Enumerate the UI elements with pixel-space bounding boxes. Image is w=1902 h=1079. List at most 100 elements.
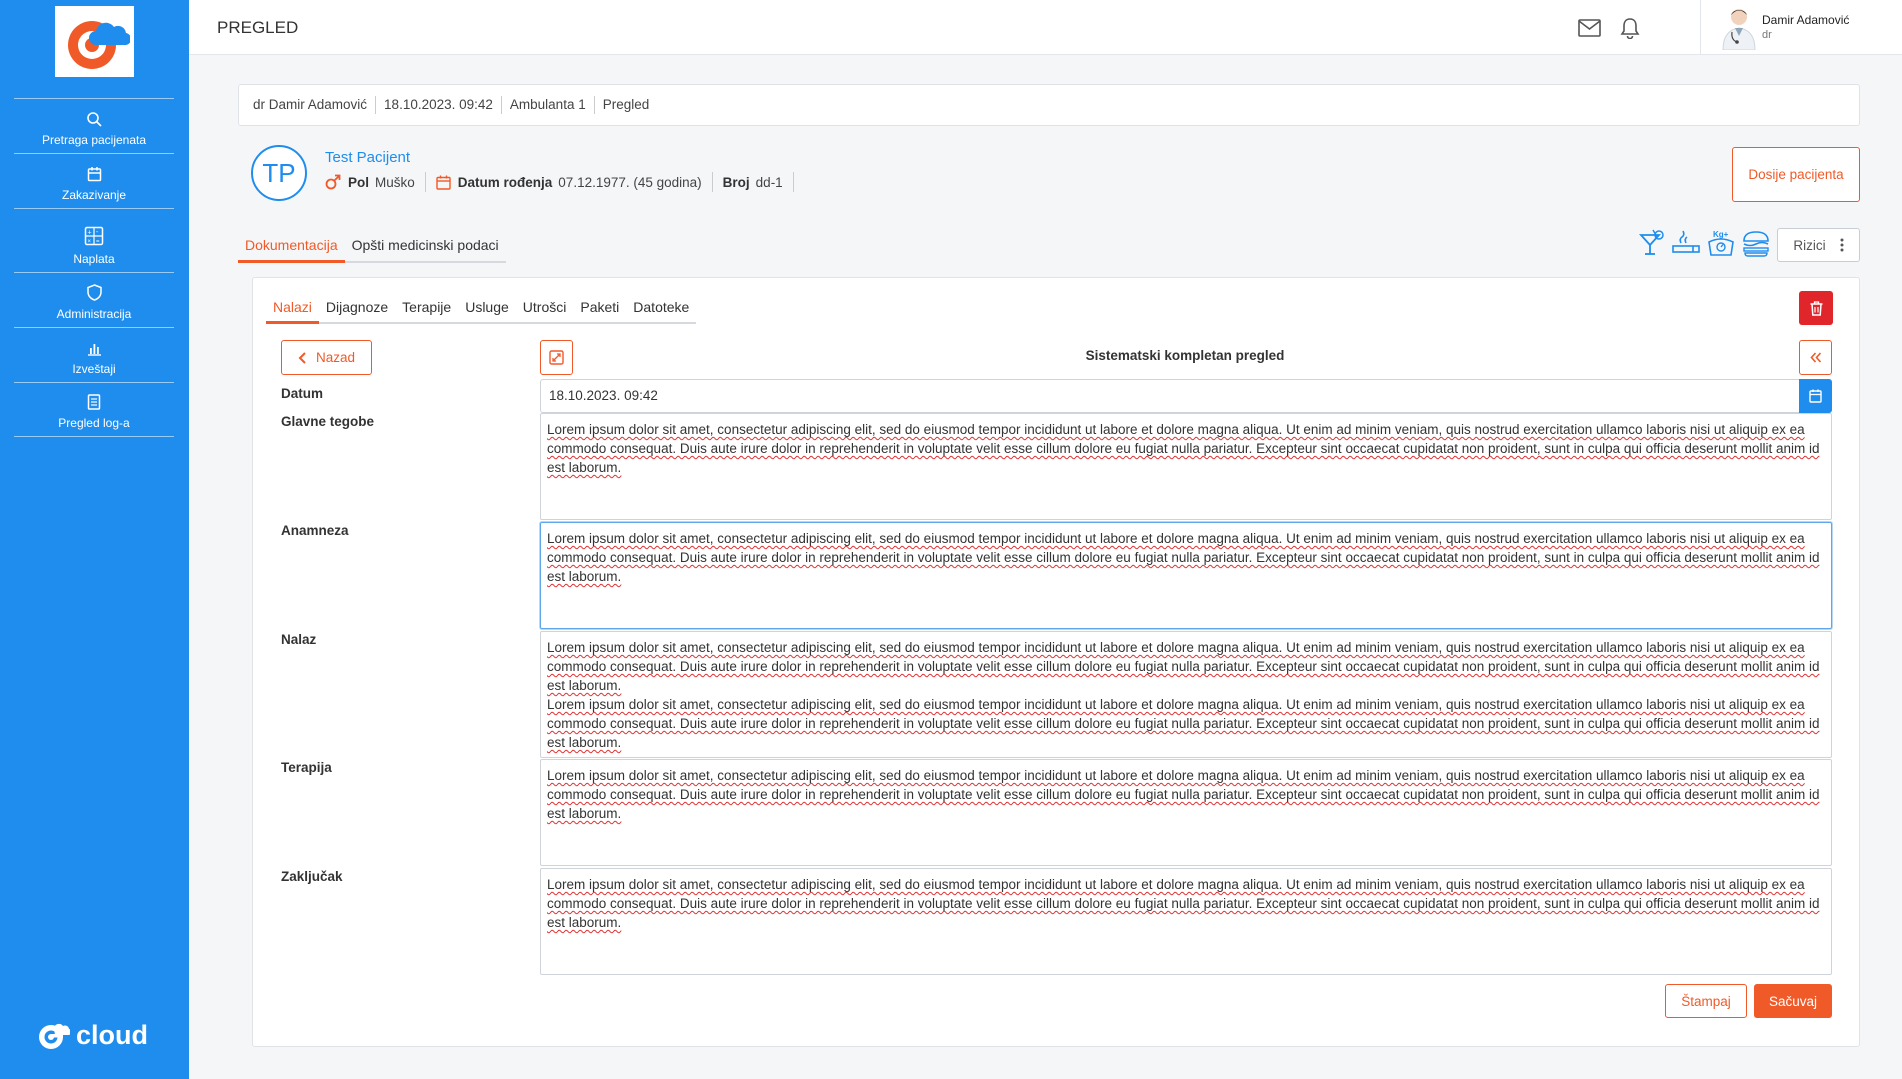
expand-icon bbox=[549, 350, 564, 365]
textarea-text: Lorem ipsum dolor sit amet, consectetur … bbox=[547, 640, 1820, 693]
sidebar-item-pretraga[interactable]: Pretraga pacijenata bbox=[14, 98, 174, 153]
calendar-icon bbox=[1809, 389, 1822, 403]
svg-text:Kg+: Kg+ bbox=[1713, 230, 1729, 239]
textarea-text: Lorem ipsum dolor sit amet, consectetur … bbox=[547, 768, 1820, 821]
document-tabs: Dokumentacija Opšti medicinski podaci bbox=[238, 232, 506, 263]
risk-icons: Kg+ bbox=[1636, 228, 1776, 258]
sidebar-item-pregled-loga[interactable]: Pregled log-a bbox=[14, 382, 174, 437]
divider bbox=[424, 172, 426, 192]
sidebar-item-naplata[interactable]: + - × = Naplata bbox=[14, 208, 174, 272]
expand-button[interactable] bbox=[540, 340, 573, 375]
visit-location: Ambulanta 1 bbox=[510, 96, 595, 114]
tab-nalazi[interactable]: Nalazi bbox=[266, 294, 319, 324]
footer-logo-text: cloud bbox=[76, 1020, 148, 1050]
weight-scale-icon[interactable]: Kg+ bbox=[1706, 228, 1736, 258]
calculator-icon: + -× = bbox=[84, 226, 104, 246]
gender-label: Pol bbox=[348, 174, 370, 190]
zakljucak-textarea[interactable]: Lorem ipsum dolor sit amet, consectetur … bbox=[540, 868, 1832, 975]
dob-value: 07.12.1977. (45 godina) bbox=[558, 174, 702, 190]
bell-icon[interactable] bbox=[1620, 17, 1640, 39]
svg-text:-: - bbox=[96, 229, 99, 236]
anamneza-textarea[interactable]: Lorem ipsum dolor sit amet, consectetur … bbox=[540, 522, 1832, 629]
double-chevron-left-icon bbox=[1809, 352, 1821, 363]
cocktail-icon[interactable] bbox=[1636, 228, 1666, 258]
sidebar-item-izvestaji[interactable]: Izveštaji bbox=[14, 327, 174, 382]
search-icon bbox=[87, 112, 102, 127]
save-button[interactable]: Sačuvaj bbox=[1754, 984, 1832, 1018]
svg-text:×: × bbox=[88, 239, 92, 245]
risks-menu-button[interactable]: Rizici bbox=[1777, 228, 1860, 262]
visit-doctor: dr Damir Adamović bbox=[253, 96, 377, 114]
burger-icon[interactable] bbox=[1741, 228, 1771, 258]
print-button[interactable]: Štampaj bbox=[1665, 984, 1747, 1018]
visit-datetime: 18.10.2023. 09:42 bbox=[384, 96, 502, 114]
nalaz-textarea[interactable]: Lorem ipsum dolor sit amet, consectetur … bbox=[540, 631, 1832, 758]
footer-logo: cloud bbox=[38, 1020, 148, 1051]
app-logo[interactable] bbox=[55, 6, 134, 77]
patient-number-value: dd-1 bbox=[755, 174, 783, 190]
patient-number-label: Broj bbox=[722, 174, 750, 190]
trash-icon bbox=[1810, 300, 1822, 316]
back-label: Nazad bbox=[315, 350, 356, 365]
terapija-textarea[interactable]: Lorem ipsum dolor sit amet, consectetur … bbox=[540, 759, 1832, 866]
user-name[interactable]: Damir Adamović bbox=[1762, 13, 1849, 27]
tab-terapije[interactable]: Terapije bbox=[395, 294, 459, 324]
patient-name[interactable]: Test Pacijent bbox=[325, 149, 410, 166]
tab-utrosci[interactable]: Utrošci bbox=[515, 294, 574, 324]
bar-chart-icon bbox=[87, 344, 101, 356]
tab-dijagnoze[interactable]: Dijagnoze bbox=[318, 294, 396, 324]
tab-dokumentacija[interactable]: Dokumentacija bbox=[238, 232, 345, 263]
sidebar-item-zakazivanje[interactable]: Zakazivanje bbox=[14, 153, 174, 208]
date-label: Datum bbox=[281, 386, 324, 401]
glavne-tegobe-textarea[interactable]: Lorem ipsum dolor sit amet, consectetur … bbox=[540, 413, 1832, 520]
top-header: PREGLED Damir Adamović dr bbox=[189, 0, 1902, 55]
sidebar-nav: Pretraga pacijenata Zakazivanje + - × = Nap… bbox=[14, 98, 174, 437]
date-field[interactable]: 18.10.2023. 09:42 bbox=[540, 379, 1800, 413]
sidebar-item-label: Naplata bbox=[73, 252, 115, 266]
tab-datoteke[interactable]: Datoteke bbox=[626, 294, 697, 324]
sidebar-item-label: Pregled log-a bbox=[58, 416, 130, 430]
kebab-menu-icon bbox=[1840, 238, 1844, 252]
patient-dossier-button[interactable]: Dosije pacijenta bbox=[1732, 147, 1860, 202]
form-title: Sistematski kompletan pregled bbox=[1085, 348, 1285, 363]
header-divider bbox=[1700, 0, 1701, 55]
calendar-icon bbox=[436, 175, 451, 190]
page-title: PREGLED bbox=[217, 18, 299, 37]
zakljucak-label: Zaključak bbox=[281, 869, 343, 884]
exam-sub-tabs: Nalazi Dijagnoze Terapije Usluge Utrošci… bbox=[266, 294, 697, 324]
date-picker-button[interactable] bbox=[1799, 379, 1832, 413]
calendar-icon bbox=[87, 167, 101, 182]
tab-usluge[interactable]: Usluge bbox=[458, 294, 516, 324]
chevron-left-icon bbox=[298, 351, 306, 364]
user-role: dr bbox=[1762, 29, 1772, 41]
textarea-text: Lorem ipsum dolor sit amet, consectetur … bbox=[547, 531, 1820, 584]
textarea-text: Lorem ipsum dolor sit amet, consectetur … bbox=[547, 697, 1820, 750]
brand-mark-icon bbox=[39, 1023, 70, 1049]
patient-initials-avatar: TP bbox=[251, 145, 307, 201]
tab-paketi[interactable]: Paketi bbox=[573, 294, 627, 324]
sidebar-item-administracija[interactable]: Administracija bbox=[14, 272, 174, 327]
back-button[interactable]: Nazad bbox=[281, 340, 372, 375]
document-icon bbox=[87, 394, 101, 410]
textarea-text: Lorem ipsum dolor sit amet, consectetur … bbox=[547, 422, 1820, 475]
glavne-tegobe-label: Glavne tegobe bbox=[281, 414, 375, 429]
divider bbox=[792, 172, 794, 192]
nalaz-label: Nalaz bbox=[281, 632, 317, 647]
avatar[interactable] bbox=[1719, 6, 1759, 50]
sidebar-item-label: Izveštaji bbox=[72, 362, 116, 376]
shield-icon bbox=[86, 284, 102, 301]
patient-info: Pol Muško Datum rođenja 07.12.1977. (45 … bbox=[325, 172, 804, 192]
collapse-button[interactable] bbox=[1799, 340, 1832, 375]
textarea-text: Lorem ipsum dolor sit amet, consectetur … bbox=[547, 877, 1820, 930]
tab-opsti-medicinski-podaci[interactable]: Opšti medicinski podaci bbox=[344, 232, 506, 263]
svg-text:+: + bbox=[88, 230, 92, 237]
male-icon bbox=[325, 174, 341, 190]
visit-type: Pregled bbox=[602, 97, 650, 112]
sidebar-item-label: Administracija bbox=[56, 307, 132, 321]
delete-button[interactable] bbox=[1799, 291, 1833, 325]
smoking-icon[interactable] bbox=[1671, 228, 1701, 258]
mail-icon[interactable] bbox=[1578, 19, 1601, 37]
sidebar-item-label: Pretraga pacijenata bbox=[41, 133, 147, 147]
terapija-label: Terapija bbox=[281, 760, 332, 775]
sidebar: Pretraga pacijenata Zakazivanje + - × = Nap… bbox=[0, 0, 189, 1079]
